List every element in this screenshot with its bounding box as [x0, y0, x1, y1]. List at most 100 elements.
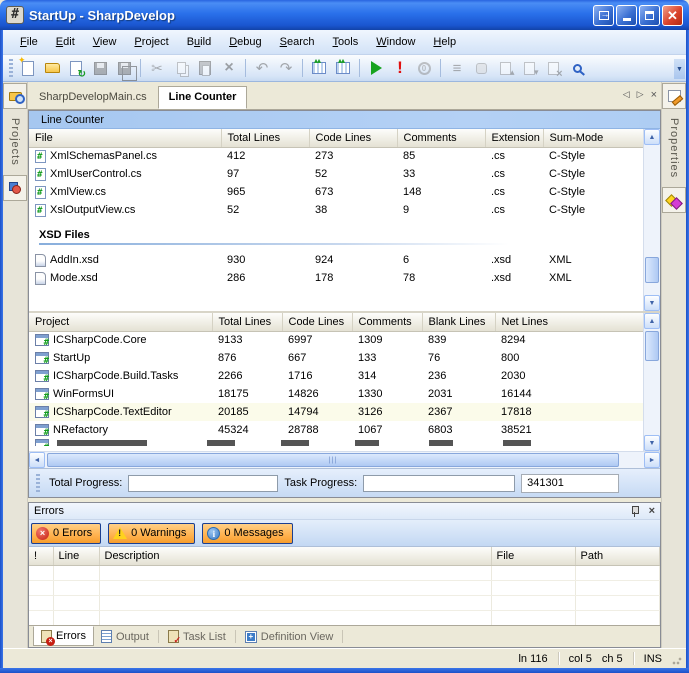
column-header[interactable]: Net Lines: [495, 313, 643, 331]
toolbar-grip[interactable]: [9, 59, 13, 77]
file-row[interactable]: Mode.xsd 286 178 78 .xsd XML: [29, 269, 643, 287]
project-row[interactable]: ICSharpCode.Build.Tasks 2266 1716 314 23…: [29, 367, 643, 385]
menu-item[interactable]: Help: [424, 33, 465, 51]
menu-item[interactable]: Project: [125, 33, 177, 51]
column-header[interactable]: Description: [99, 547, 491, 565]
window-border-bottom: [0, 668, 689, 673]
scrollbar-thumb[interactable]: [645, 257, 659, 283]
project-row[interactable]: StartUp 876 667 133 76 800: [29, 349, 643, 367]
scroll-left-icon[interactable]: ◄: [29, 452, 45, 468]
resize-grip[interactable]: [672, 655, 682, 665]
bottom-tab-bar: Errors Output Task List Definition View: [29, 625, 660, 647]
column-header[interactable]: File: [29, 129, 221, 147]
menu-item[interactable]: Tools: [324, 33, 368, 51]
properties-pad-label[interactable]: Properties: [668, 110, 680, 186]
project-row[interactable]: ICSharpCode.TextEditor 20185 14794 3126 …: [29, 403, 643, 421]
column-header[interactable]: Total Lines: [221, 129, 309, 147]
column-header[interactable]: Code Lines: [309, 129, 397, 147]
unroll-window-button[interactable]: [593, 5, 614, 26]
delete-icon: [224, 61, 233, 75]
menu-item[interactable]: Search: [271, 33, 324, 51]
new-file-icon: [22, 61, 34, 76]
warnings-filter-button[interactable]: 0 Warnings: [108, 523, 195, 544]
project-row[interactable]: WinFormsUI 18175 14826 1330 2031 16144: [29, 385, 643, 403]
column-header[interactable]: Line: [53, 547, 99, 565]
project-row[interactable]: NRefactory 45324 28788 1067 6803 38521: [29, 421, 643, 439]
tab-definition-view[interactable]: Definition View: [238, 627, 341, 647]
project-icon: [35, 334, 49, 346]
menu-item[interactable]: View: [84, 33, 126, 51]
definition-view-tab-icon: [245, 631, 257, 643]
document-tab[interactable]: Line Counter: [158, 86, 248, 109]
column-header[interactable]: Project: [29, 313, 212, 331]
column-header[interactable]: Extension: [485, 129, 543, 147]
scroll-right-icon[interactable]: ►: [644, 452, 660, 468]
scrollbar-thumb[interactable]: [645, 331, 659, 361]
project-row[interactable]: ICSharpCode.Core 9133 6997 1309 839 8294: [29, 331, 643, 349]
group-underline: [39, 243, 509, 245]
file-row[interactable]: XmlSchemasPanel.cs 412 273 85 .cs C-Styl…: [29, 147, 643, 165]
scroll-down-icon[interactable]: ▼: [644, 295, 660, 311]
messages-filter-button[interactable]: i 0 Messages: [202, 523, 292, 544]
maximize-button[interactable]: [639, 5, 660, 26]
menu-item[interactable]: Edit: [47, 33, 84, 51]
projects-pad-tab[interactable]: [3, 83, 27, 109]
progress-toolbar-grip[interactable]: [36, 474, 40, 492]
tab-scroll-right-icon[interactable]: ▷: [637, 89, 644, 101]
menu-item[interactable]: Build: [178, 33, 221, 51]
status-insert-mode: INS: [634, 653, 672, 665]
minimize-button[interactable]: [616, 5, 637, 26]
menu-item[interactable]: File: [11, 33, 47, 51]
menu-item[interactable]: Window: [367, 33, 424, 51]
file-row[interactable]: AddIn.xsd 930 924 6 .xsd XML: [29, 251, 643, 269]
tab-scroll-left-icon[interactable]: ◁: [623, 89, 630, 101]
file-row[interactable]: XmlView.cs 965 673 148 .cs C-Style: [29, 183, 643, 201]
column-header[interactable]: Comments: [352, 313, 422, 331]
toolbox-pad-tab[interactable]: [662, 187, 686, 213]
tab-task-list[interactable]: Task List: [161, 627, 233, 647]
pin-icon[interactable]: [631, 506, 640, 517]
cs-file-icon: [35, 186, 46, 199]
app-icon: #: [6, 6, 24, 24]
close-button[interactable]: ✕: [662, 5, 683, 26]
column-header[interactable]: Path: [575, 547, 660, 565]
horizontal-scrollbar[interactable]: ◄ ||| ►: [29, 451, 660, 468]
tab-close-icon[interactable]: ×: [651, 89, 657, 101]
column-header[interactable]: File: [491, 547, 575, 565]
scroll-down-icon[interactable]: ▼: [644, 435, 660, 451]
projects-pad-label[interactable]: Projects: [9, 110, 21, 174]
toggle-bookmark-icon: [476, 63, 487, 74]
document-tab[interactable]: SharpDevelopMain.cs: [28, 86, 158, 109]
total-progress-label: Total Progress:: [49, 477, 122, 489]
classes-pad-tab[interactable]: [3, 175, 27, 201]
profile-icon: 0: [418, 62, 431, 75]
errors-close-icon[interactable]: ×: [649, 506, 655, 517]
properties-pad-tab[interactable]: [662, 83, 686, 109]
files-table-header: File Total Lines Code Lines Comments Ext…: [29, 129, 643, 147]
task-progress-label: Task Progress:: [284, 477, 357, 489]
projects-scrollbar[interactable]: ▲ ▼: [643, 313, 660, 451]
tab-errors[interactable]: Errors: [33, 626, 94, 646]
column-header[interactable]: Comments: [397, 129, 485, 147]
group-header: XSD Files: [29, 219, 643, 241]
build-all-icon: [336, 62, 350, 74]
output-tab-icon: [101, 630, 112, 643]
column-header[interactable]: !: [29, 547, 53, 565]
column-header[interactable]: Code Lines: [282, 313, 352, 331]
menu-item[interactable]: Debug: [220, 33, 270, 51]
column-header[interactable]: Sum-Mode: [543, 129, 643, 147]
scroll-up-icon[interactable]: ▲: [644, 129, 660, 145]
column-header[interactable]: Total Lines: [212, 313, 282, 331]
column-header[interactable]: Blank Lines: [422, 313, 495, 331]
files-scrollbar[interactable]: ▲ ▼: [643, 129, 660, 311]
file-row[interactable]: XmlUserControl.cs 97 52 33 .cs C-Style: [29, 165, 643, 183]
scroll-up-icon[interactable]: ▲: [644, 313, 660, 329]
undo-icon: [256, 59, 269, 77]
errors-filter-button[interactable]: × 0 Errors: [31, 523, 101, 544]
search-icon: [573, 64, 582, 73]
scrollbar-thumb[interactable]: |||: [47, 453, 619, 467]
message-icon: i: [207, 527, 220, 540]
file-row[interactable]: XslOutputView.cs 52 38 9 .cs C-Style: [29, 201, 643, 219]
toolbar-overflow-icon[interactable]: ▼: [674, 59, 685, 79]
tab-output[interactable]: Output: [94, 627, 156, 647]
